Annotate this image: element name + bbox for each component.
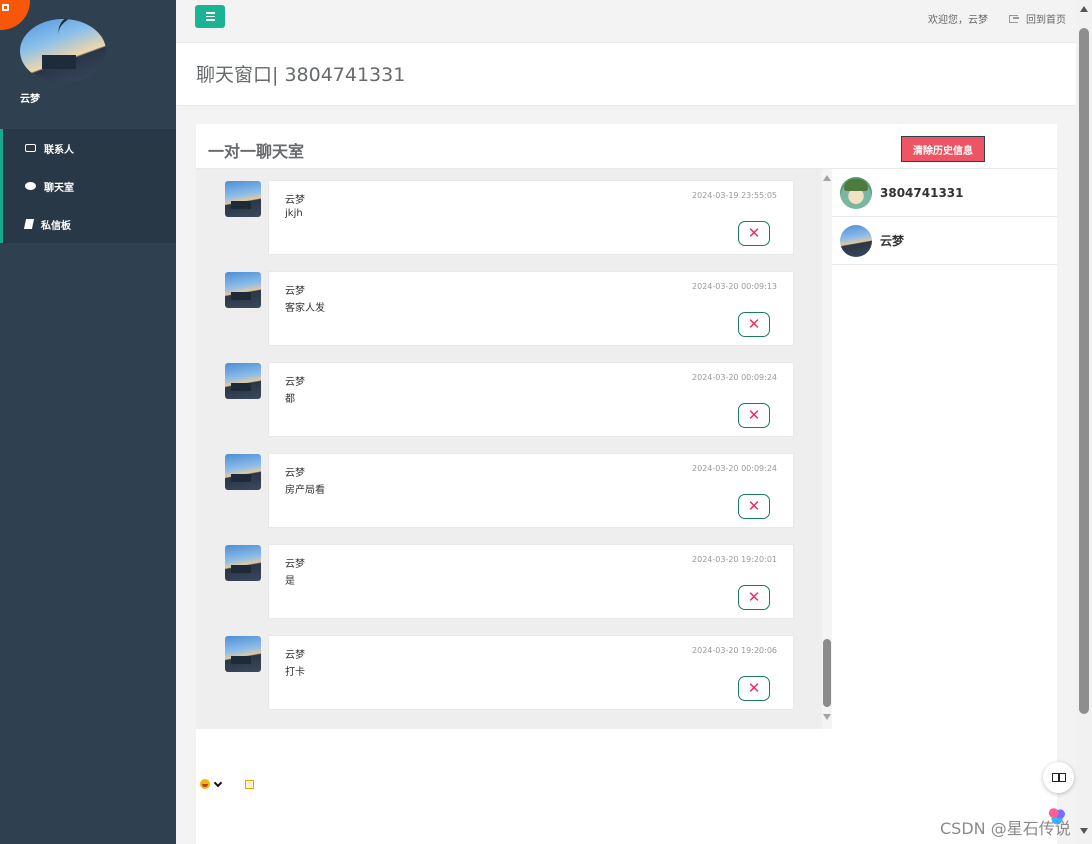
message-item: 云梦 2024-03-20 00:09:24 房产局看 ✕ <box>196 442 822 528</box>
avatar <box>225 454 261 490</box>
contact-name: 3804741331 <box>880 185 964 200</box>
message-author: 云梦 <box>285 195 305 206</box>
avatar <box>225 272 261 308</box>
message-text: jkjh <box>285 208 303 219</box>
home-link-label: 回到首页 <box>1026 15 1066 26</box>
sidebar-item-chatroom[interactable]: 聊天室 <box>0 167 176 205</box>
scroll-up-arrow-icon[interactable] <box>1080 6 1088 12</box>
chat-title: 一对一聊天室 <box>208 142 305 161</box>
delete-message-button[interactable]: ✕ <box>738 585 770 610</box>
sidebar-item-label: 聊天室 <box>44 182 74 194</box>
book-open-icon <box>1051 773 1059 782</box>
window-scrollbar[interactable] <box>1076 0 1092 844</box>
message-bubble: 云梦 2024-03-19 23:55:05 jkjh ✕ <box>268 180 794 255</box>
sidebar-item-message-board[interactable]: 私信板 <box>0 205 176 243</box>
chat-panel: 一对一聊天室 清除历史信息 云梦 2024-03-19 23:55:05 jkj… <box>196 124 1057 844</box>
sidebar-item-contacts[interactable]: 联系人 <box>0 129 176 167</box>
message-scrollbar[interactable] <box>822 169 832 729</box>
message-time: 2024-03-20 19:20:01 <box>692 555 777 564</box>
message-text: 都 <box>285 394 295 405</box>
contact-item[interactable]: 云梦 <box>832 217 1057 265</box>
home-link[interactable]: 回到首页 <box>1009 11 1066 26</box>
watermark: CSDN @星石传说 <box>940 819 1071 838</box>
message-text: 是 <box>285 576 295 587</box>
chat-bubbles-icon <box>25 182 36 190</box>
book-icon <box>23 219 35 229</box>
contact-list: 3804741331 云梦 <box>832 169 1057 844</box>
clear-history-button[interactable]: 清除历史信息 <box>901 136 985 162</box>
menu-toggle-button[interactable] <box>195 5 225 28</box>
message-author: 云梦 <box>285 650 305 661</box>
message-time: 2024-03-20 00:09:24 <box>692 373 777 382</box>
message-text: 房产局看 <box>285 485 325 496</box>
emoji-icon[interactable] <box>200 779 210 789</box>
avatar <box>225 636 261 672</box>
contact-item[interactable]: 3804741331 <box>832 169 1057 217</box>
message-author: 云梦 <box>285 286 305 297</box>
avatar <box>840 224 872 257</box>
delete-message-button[interactable]: ✕ <box>738 676 770 701</box>
message-author: 云梦 <box>285 559 305 570</box>
message-text: 打卡 <box>285 667 305 678</box>
avatar <box>225 181 261 217</box>
sign-out-icon <box>1009 14 1019 23</box>
scroll-thumb[interactable] <box>1079 28 1089 714</box>
delete-message-button[interactable]: ✕ <box>738 312 770 337</box>
message-list[interactable]: 云梦 2024-03-19 23:55:05 jkjh ✕ 云梦 2024-03… <box>196 169 822 729</box>
message-item: 云梦 2024-03-20 00:09:24 都 ✕ <box>196 351 822 437</box>
contact-card-icon <box>25 144 36 152</box>
message-bubble: 云梦 2024-03-20 19:20:01 是 ✕ <box>268 544 794 619</box>
welcome-text: 欢迎您，云梦 <box>928 15 988 26</box>
delete-message-button[interactable]: ✕ <box>738 221 770 246</box>
input-toolbar <box>200 778 254 789</box>
scroll-up-arrow-icon[interactable] <box>823 175 831 181</box>
sidebar: 云梦 联系人 聊天室 私信板 <box>0 0 176 844</box>
chevron-down-icon[interactable] <box>213 778 223 787</box>
message-bubble: 云梦 2024-03-20 19:20:06 打卡 ✕ <box>268 635 794 710</box>
message-text: 客家人发 <box>285 303 325 314</box>
message-bubble: 云梦 2024-03-20 00:09:13 客家人发 ✕ <box>268 271 794 346</box>
profile-avatar[interactable] <box>20 19 106 83</box>
grid-icon <box>2 4 9 11</box>
scroll-thumb[interactable] <box>823 639 831 707</box>
image-upload-icon[interactable] <box>245 779 254 789</box>
avatar <box>225 545 261 581</box>
profile-name: 云梦 <box>20 94 40 105</box>
sidebar-item-label: 联系人 <box>44 144 74 156</box>
scroll-down-arrow-icon[interactable] <box>1080 828 1088 834</box>
scroll-down-arrow-icon[interactable] <box>823 714 831 720</box>
message-item: 云梦 2024-03-20 19:20:01 是 ✕ <box>196 533 822 619</box>
message-item: 云梦 2024-03-20 19:20:06 打卡 ✕ <box>196 624 822 710</box>
avatar <box>840 176 872 209</box>
message-time: 2024-03-20 19:20:06 <box>692 646 777 655</box>
message-author: 云梦 <box>285 468 305 479</box>
message-author: 云梦 <box>285 377 305 388</box>
message-item: 云梦 2024-03-19 23:55:05 jkjh ✕ <box>196 169 822 255</box>
sidebar-nav: 联系人 聊天室 私信板 <box>0 129 176 243</box>
top-navbar: 欢迎您，云梦 回到首页 <box>176 0 1076 43</box>
page-heading: 聊天窗口| 3804741331 <box>176 43 1076 106</box>
message-bubble: 云梦 2024-03-20 00:09:24 都 ✕ <box>268 362 794 437</box>
message-item: 云梦 2024-03-20 00:09:13 客家人发 ✕ <box>196 260 822 346</box>
app-badge[interactable] <box>0 0 30 30</box>
message-bubble: 云梦 2024-03-20 00:09:24 房产局看 ✕ <box>268 453 794 528</box>
message-time: 2024-03-19 23:55:05 <box>692 191 777 200</box>
delete-message-button[interactable]: ✕ <box>738 494 770 519</box>
reader-mode-button[interactable] <box>1043 762 1074 793</box>
message-time: 2024-03-20 00:09:13 <box>692 282 777 291</box>
delete-message-button[interactable]: ✕ <box>738 403 770 428</box>
page-title: 聊天窗口| 3804741331 <box>196 64 406 86</box>
avatar <box>225 363 261 399</box>
contact-name: 云梦 <box>880 234 905 248</box>
message-time: 2024-03-20 00:09:24 <box>692 464 777 473</box>
sidebar-item-label: 私信板 <box>41 220 71 232</box>
